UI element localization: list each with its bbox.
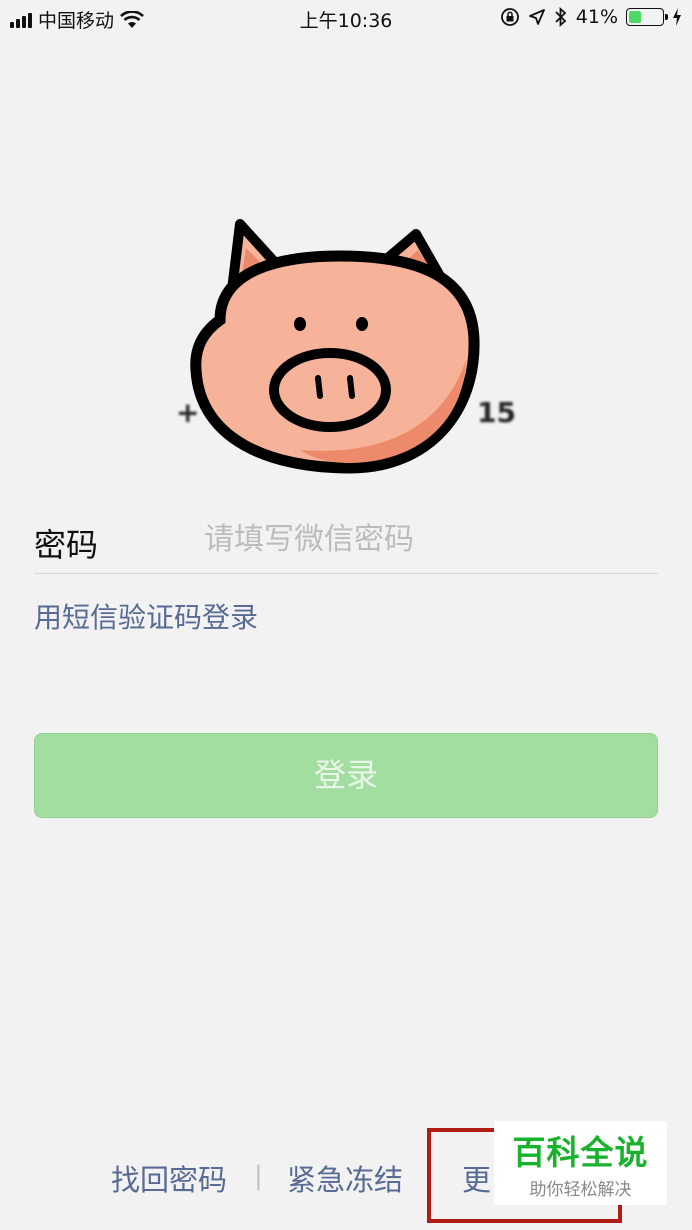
- emergency-freeze-link[interactable]: 紧急冻结: [287, 1157, 403, 1199]
- footer-separator: |: [254, 1161, 263, 1191]
- battery-percent: 41%: [575, 6, 618, 28]
- charging-icon: [673, 8, 681, 26]
- pig-avatar-icon: [190, 219, 480, 474]
- status-bar: 中国移动 上午10:36 41%: [0, 0, 692, 36]
- watermark-logo: 百科全说 助你轻松解决: [494, 1121, 667, 1205]
- password-input[interactable]: [204, 514, 644, 564]
- divider: [34, 573, 658, 574]
- sms-login-link[interactable]: 用短信验证码登录: [34, 596, 258, 636]
- battery-icon: [626, 8, 668, 26]
- watermark-subtitle: 助你轻松解决: [529, 1180, 632, 1200]
- location-icon: [528, 9, 545, 25]
- watermark-title: 百科全说: [512, 1133, 649, 1172]
- password-label: 密码: [34, 526, 99, 564]
- login-button[interactable]: 登录: [34, 733, 658, 818]
- status-right: 41%: [500, 6, 682, 28]
- bluetooth-icon: [555, 7, 567, 27]
- recover-password-link[interactable]: 找回密码: [111, 1157, 227, 1199]
- orientation-lock-icon: [500, 8, 519, 26]
